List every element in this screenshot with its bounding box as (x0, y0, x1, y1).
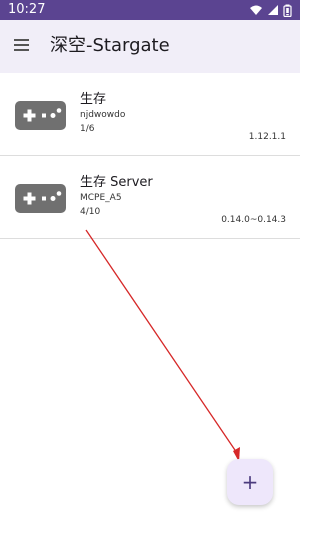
gamepad-icon (15, 101, 66, 130)
add-server-button[interactable]: + (227, 459, 273, 505)
server-name: 生存 Server (80, 175, 153, 190)
server-list-screen: 10:27 深空-Stargate 生存 njdwowdo 1/6 1.12.1… (0, 0, 300, 533)
menu-line (14, 49, 29, 51)
menu-icon[interactable] (12, 36, 32, 56)
gamepad-icon (15, 184, 66, 213)
signal-icon (268, 5, 278, 15)
app-title: 深空-Stargate (50, 35, 170, 56)
wifi-icon (250, 5, 262, 15)
menu-line (14, 44, 29, 46)
add-icon: + (241, 470, 259, 494)
app-bar: 深空-Stargate (0, 20, 300, 73)
server-list: 生存 njdwowdo 1/6 1.12.1.1 生存 Server MCPE_… (0, 73, 300, 239)
server-player-count: 4/10 (80, 207, 101, 217)
server-version: 0.14.0~0.14.3 (221, 215, 286, 225)
status-time: 10:27 (8, 2, 46, 17)
server-name: 生存 (80, 92, 107, 107)
server-owner: njdwowdo (80, 110, 126, 120)
status-bar: 10:27 (0, 0, 300, 20)
status-icons (249, 3, 292, 17)
server-player-count: 1/6 (80, 124, 95, 134)
server-list-item[interactable]: 生存 Server MCPE_A5 4/10 0.14.0~0.14.3 (0, 156, 300, 239)
server-list-item[interactable]: 生存 njdwowdo 1/6 1.12.1.1 (0, 73, 300, 156)
battery-icon (283, 4, 292, 17)
server-version: 1.12.1.1 (248, 132, 286, 142)
server-owner: MCPE_A5 (80, 193, 122, 203)
menu-line (14, 39, 29, 41)
